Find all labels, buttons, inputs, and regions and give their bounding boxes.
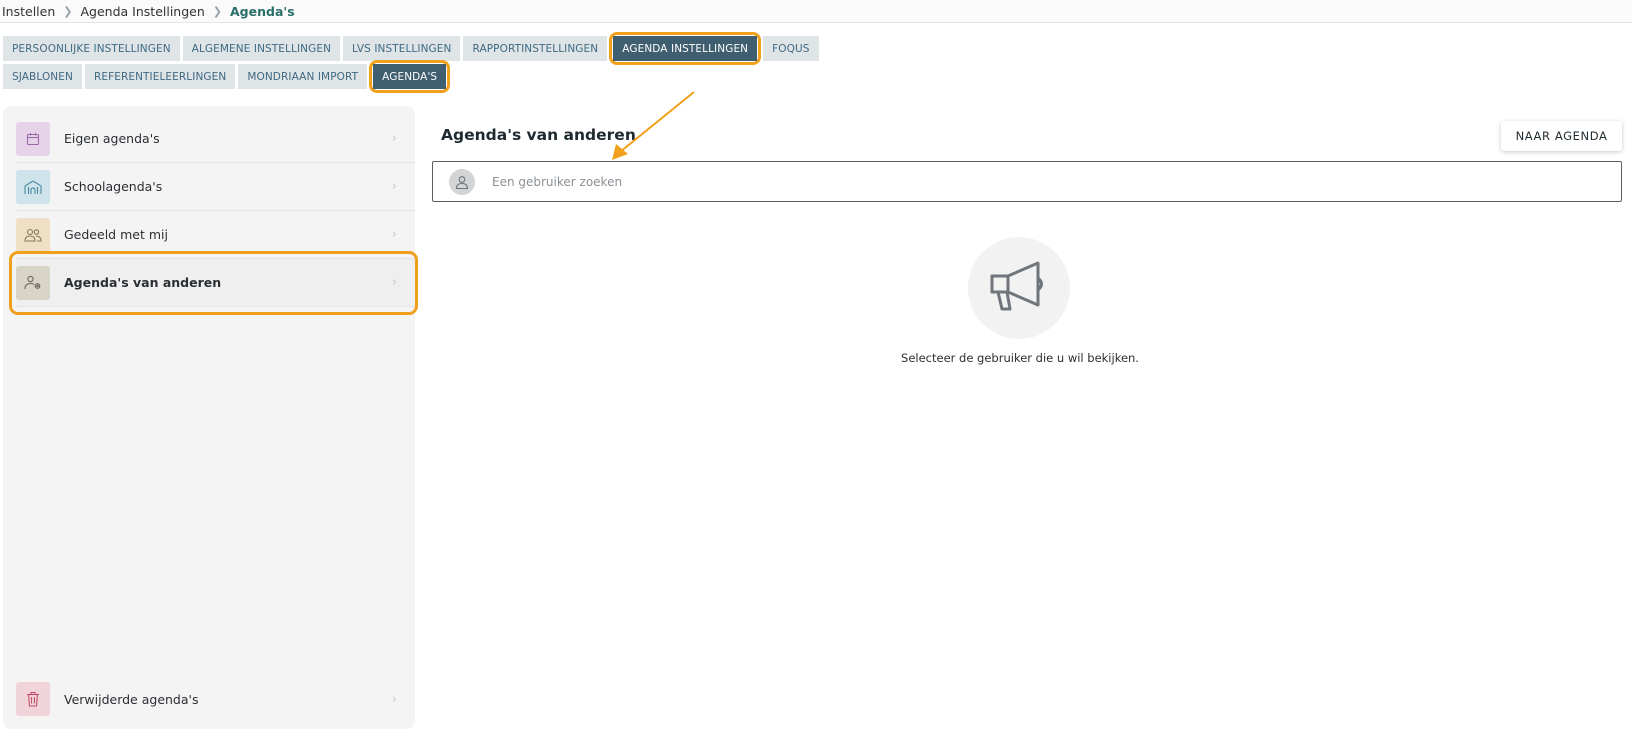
breadcrumb-item-instellen[interactable]: Instellen xyxy=(2,4,55,19)
breadcrumb-separator-icon: ❯ xyxy=(63,4,73,18)
naar-agenda-button[interactable]: NAAR AGENDA xyxy=(1501,121,1622,151)
tab-sjablonen[interactable]: SJABLONEN xyxy=(3,64,82,89)
breadcrumb-item-agenda-instellingen[interactable]: Agenda Instellingen xyxy=(81,4,205,19)
user-avatar-icon xyxy=(449,168,475,195)
empty-state-illustration xyxy=(968,237,1070,339)
sidebar-item-label: Schoolagenda's xyxy=(64,179,163,194)
sidebar-item-eigen-agendas[interactable]: Eigen agenda's › xyxy=(16,115,415,163)
highlight-frame: AGENDA'S xyxy=(369,60,451,93)
chevron-right-icon: › xyxy=(391,179,397,194)
highlight-frame: AGENDA INSTELLINGEN xyxy=(609,32,762,65)
users-icon xyxy=(16,217,50,252)
breadcrumb: Instellen ❯ Agenda Instellingen ❯ Agenda… xyxy=(0,0,1632,23)
page-title: Agenda's van anderen xyxy=(441,126,636,144)
breadcrumb-current: Agenda's xyxy=(230,3,295,19)
user-search-input[interactable] xyxy=(492,174,1392,189)
trash-icon xyxy=(16,682,50,716)
tab-foqus[interactable]: FOQUS xyxy=(763,36,819,61)
user-settings-icon xyxy=(16,265,50,300)
sidebar-item-label: Eigen agenda's xyxy=(64,131,160,146)
megaphone-icon xyxy=(988,260,1050,316)
user-search-field[interactable] xyxy=(432,161,1622,202)
sidebar-item-label: Verwijderde agenda's xyxy=(64,691,199,707)
breadcrumb-separator-icon: ❯ xyxy=(212,4,222,18)
tab-row-1: PERSOONLIJKE INSTELLINGEN ALGEMENE INSTE… xyxy=(3,32,819,65)
chevron-right-icon: › xyxy=(391,275,397,290)
sidebar: Eigen agenda's › Schoolagenda's › Gedeel… xyxy=(3,106,415,729)
tab-persoonlijke-instellingen[interactable]: PERSOONLIJKE INSTELLINGEN xyxy=(3,36,180,61)
calendar-icon xyxy=(16,121,50,156)
sidebar-item-label: Agenda's van anderen xyxy=(64,275,222,290)
sidebar-item-verwijderde-agendas[interactable]: Verwijderde agenda's › xyxy=(16,675,415,723)
chevron-right-icon: › xyxy=(391,691,397,707)
tab-lvs-instellingen[interactable]: LVS INSTELLINGEN xyxy=(343,36,461,61)
tab-mondriaan-import[interactable]: MONDRIAAN IMPORT xyxy=(238,64,368,89)
sidebar-item-agendas-van-anderen[interactable]: Agenda's van anderen › xyxy=(16,259,415,307)
tab-agenda-instellingen[interactable]: AGENDA INSTELLINGEN xyxy=(613,36,758,61)
sidebar-item-label: Gedeeld met mij xyxy=(64,227,168,242)
tab-referentieleerlingen[interactable]: REFERENTIELEERLINGEN xyxy=(84,64,236,89)
tab-agendas[interactable]: AGENDA'S xyxy=(373,64,447,89)
school-icon xyxy=(16,169,50,204)
tab-rapportinstellingen[interactable]: RAPPORTINSTELLINGEN xyxy=(463,36,608,61)
tab-algemene-instellingen[interactable]: ALGEMENE INSTELLINGEN xyxy=(182,36,341,61)
tab-row-2: SJABLONEN REFERENTIELEERLINGEN MONDRIAAN… xyxy=(3,60,451,93)
empty-state-text: Selecteer de gebruiker die u wil bekijke… xyxy=(901,351,1139,365)
sidebar-item-schoolagendas[interactable]: Schoolagenda's › xyxy=(16,163,415,211)
chevron-right-icon: › xyxy=(391,131,397,146)
sidebar-item-gedeeld-met-mij[interactable]: Gedeeld met mij › xyxy=(16,211,415,259)
chevron-right-icon: › xyxy=(391,227,397,242)
